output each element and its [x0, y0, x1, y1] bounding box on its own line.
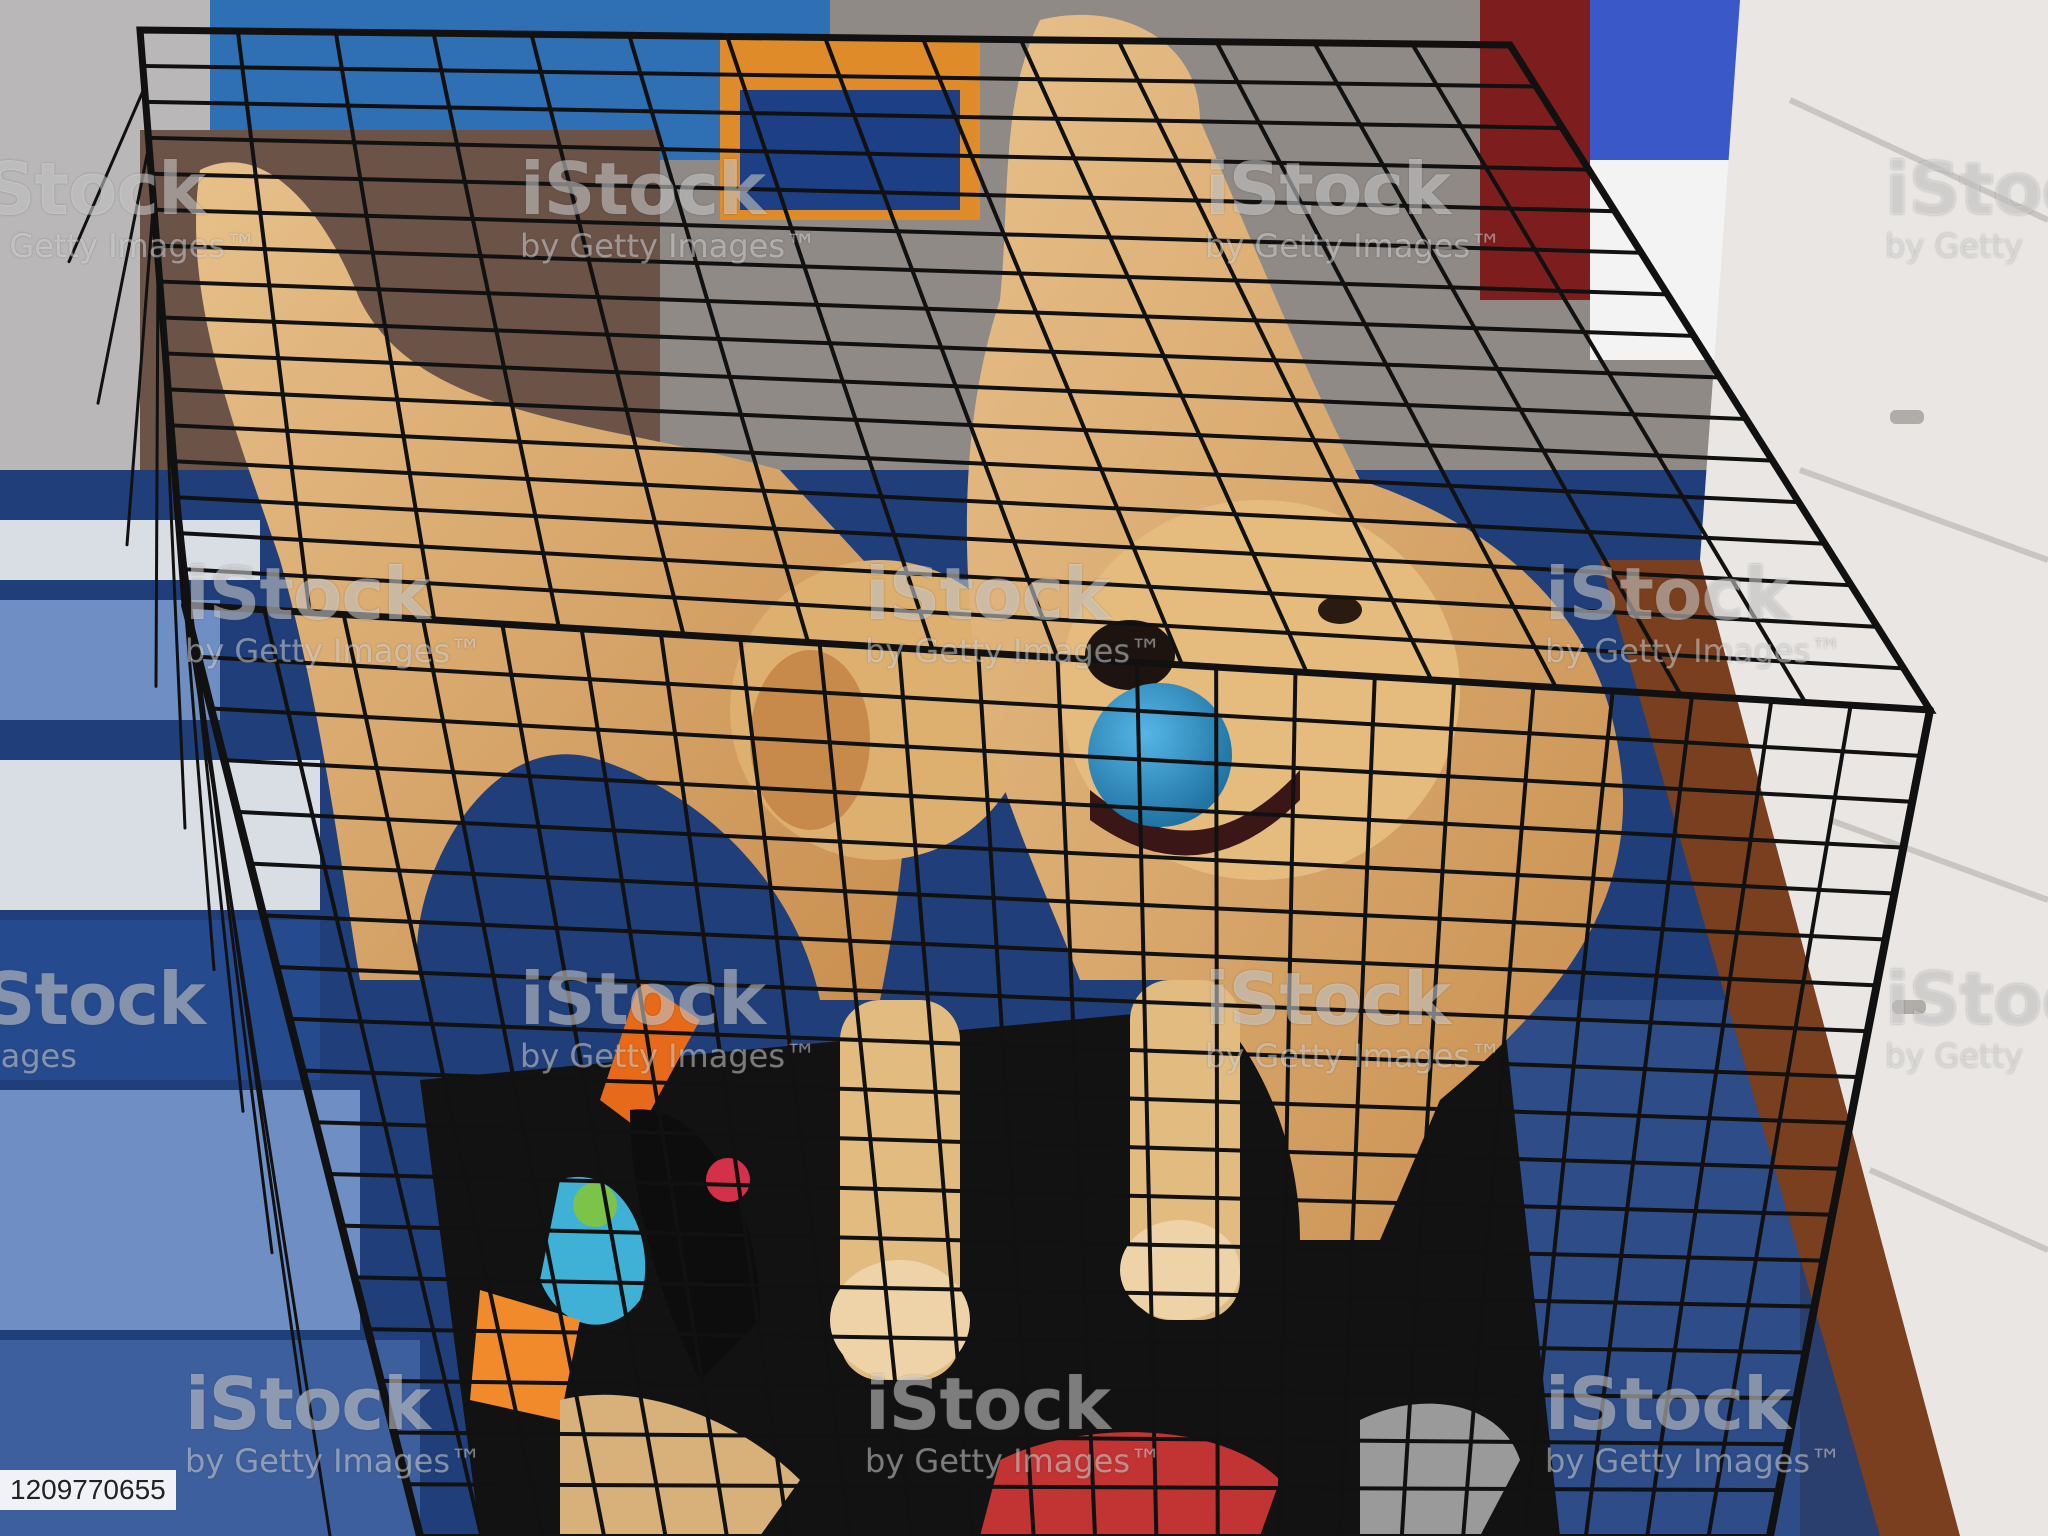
- image-id-label: 1209770655: [0, 1470, 176, 1510]
- photo-scene: [0, 0, 2048, 1536]
- crate-side-wire: [154, 258, 160, 688]
